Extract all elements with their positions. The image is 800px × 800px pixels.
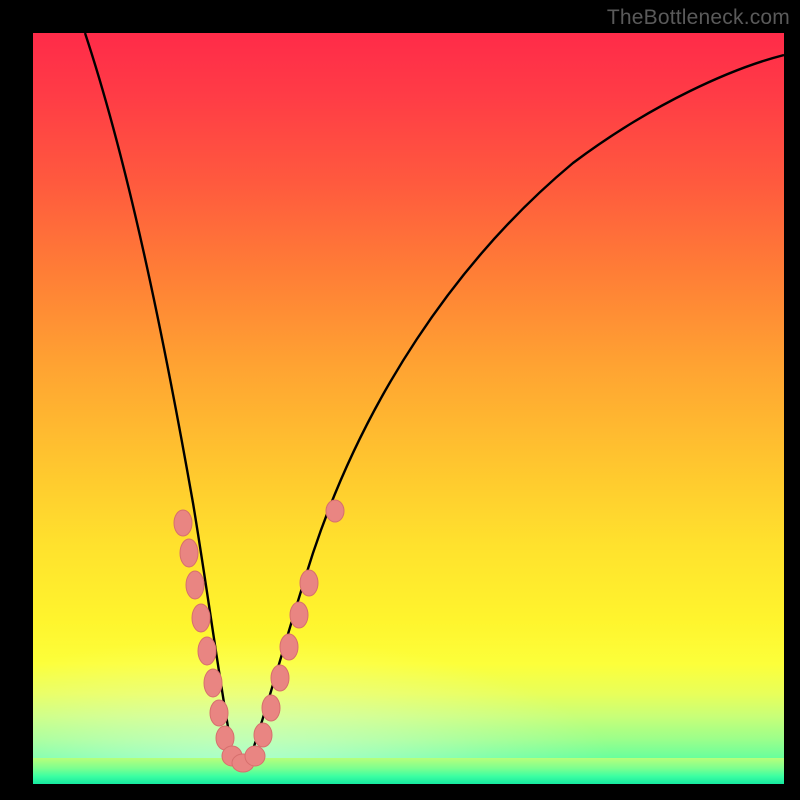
watermark-text: TheBottleneck.com xyxy=(607,6,790,30)
bottleneck-curve-svg xyxy=(33,33,784,784)
bottleneck-curve-path xyxy=(85,33,784,768)
chart-plot-area xyxy=(33,33,784,784)
